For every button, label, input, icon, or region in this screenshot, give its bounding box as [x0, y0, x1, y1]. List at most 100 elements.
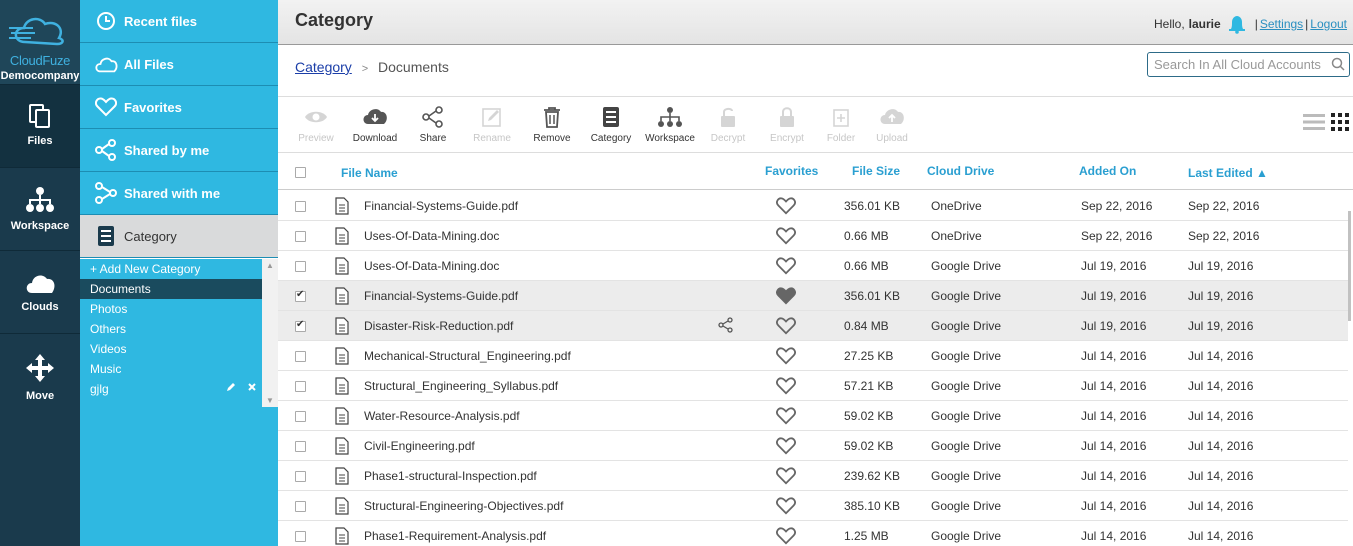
encrypt-button[interactable]: Encrypt [757, 105, 817, 144]
heart-icon[interactable] [776, 227, 796, 245]
nav-recent-files[interactable]: Recent files [80, 0, 278, 43]
file-name[interactable]: Phase1-structural-Inspection.pdf [364, 469, 537, 483]
col-added-on[interactable]: Added On [1079, 164, 1136, 178]
table-row[interactable]: Mechanical-Structural_Engineering.pdf 27.… [278, 341, 1348, 371]
pencil-icon[interactable] [225, 381, 237, 393]
scroll-down-arrow-icon[interactable]: ▼ [266, 396, 274, 405]
share-with-icon [94, 182, 118, 204]
preview-button[interactable]: Preview [286, 105, 346, 144]
file-name[interactable]: Uses-Of-Data-Mining.doc [364, 259, 499, 273]
col-file-size[interactable]: File Size [852, 164, 900, 178]
row-checkbox[interactable] [295, 501, 306, 512]
row-checkbox[interactable] [295, 351, 306, 362]
heart-icon[interactable] [776, 527, 796, 545]
nav-shared-with-me[interactable]: Shared with me [80, 172, 278, 215]
grid-view-icon[interactable] [1331, 113, 1349, 131]
scroll-up-arrow-icon[interactable]: ▲ [266, 261, 274, 270]
logo[interactable]: CloudFuze Democompany [0, 0, 80, 84]
category-scrollbar[interactable]: ▲ ▼ [262, 259, 278, 407]
col-cloud-drive[interactable]: Cloud Drive [927, 164, 994, 178]
rail-clouds[interactable]: Clouds [0, 250, 80, 333]
category-item-others[interactable]: Others [80, 319, 262, 339]
nav-favorites[interactable]: Favorites [80, 86, 278, 129]
file-name[interactable]: Phase1-Requirement-Analysis.pdf [364, 529, 546, 543]
nav-category[interactable]: Category [80, 215, 278, 258]
add-new-category-link[interactable]: + Add New Category [80, 259, 262, 279]
share-icon[interactable] [718, 317, 734, 333]
decrypt-button[interactable]: Decrypt [698, 105, 758, 144]
category-button[interactable]: Category [581, 105, 641, 144]
category-item-documents[interactable]: Documents [80, 279, 262, 299]
heart-icon[interactable] [776, 497, 796, 515]
file-name[interactable]: Water-Resource-Analysis.pdf [364, 409, 520, 423]
rail-move[interactable]: Move [0, 333, 80, 416]
table-scrollbar[interactable] [1348, 191, 1353, 546]
rail-files[interactable]: Files [0, 84, 80, 167]
row-checkbox[interactable] [295, 441, 306, 452]
category-item-gjlg[interactable]: gjlg [80, 379, 262, 399]
table-row[interactable]: Uses-Of-Data-Mining.doc 0.66 MB Google Dri… [278, 251, 1348, 281]
table-row[interactable]: Phase1-structural-Inspection.pdf 239.62 K… [278, 461, 1348, 491]
file-name[interactable]: Mechanical-Structural_Engineering.pdf [364, 349, 571, 363]
col-file-name[interactable]: File Name [341, 166, 398, 180]
heart-icon[interactable] [776, 197, 796, 215]
bell-icon[interactable] [1227, 14, 1247, 34]
row-checkbox[interactable] [295, 319, 306, 332]
search-icon[interactable] [1331, 57, 1345, 71]
remove-button[interactable]: Remove [522, 105, 582, 144]
col-last-edited[interactable]: Last Edited ▲ [1188, 166, 1268, 180]
table-row[interactable]: Structural_Engineering_Syllabus.pdf 57.21… [278, 371, 1348, 401]
table-row[interactable]: Phase1-Requirement-Analysis.pdf 1.25 MB Go… [278, 521, 1348, 546]
category-item-photos[interactable]: Photos [80, 299, 262, 319]
category-item-videos[interactable]: Videos [80, 339, 262, 359]
settings-link[interactable]: Settings [1260, 17, 1303, 31]
breadcrumb-root-link[interactable]: Category [295, 59, 352, 75]
row-checkbox[interactable] [295, 231, 306, 242]
heart-icon[interactable] [776, 467, 796, 485]
rail-workspace[interactable]: Workspace [0, 167, 80, 250]
row-checkbox[interactable] [295, 411, 306, 422]
file-name[interactable]: Structural-Engineering-Objectives.pdf [364, 499, 563, 513]
rename-button[interactable]: Rename [462, 105, 522, 144]
heart-icon[interactable] [776, 407, 796, 425]
nav-all-files[interactable]: All Files [80, 43, 278, 86]
row-checkbox[interactable] [295, 261, 306, 272]
heart-filled-icon[interactable] [776, 287, 796, 305]
file-name[interactable]: Uses-Of-Data-Mining.doc [364, 229, 499, 243]
workspace-button[interactable]: Workspace [640, 105, 700, 144]
table-row[interactable]: Structural-Engineering-Objectives.pdf 385… [278, 491, 1348, 521]
share-button[interactable]: Share [403, 105, 463, 144]
row-checkbox[interactable] [295, 289, 306, 302]
download-button[interactable]: Download [345, 105, 405, 144]
select-all-checkbox[interactable] [295, 167, 306, 178]
upload-button[interactable]: Upload [862, 105, 922, 144]
row-checkbox[interactable] [295, 201, 306, 212]
table-row[interactable]: Disaster-Risk-Reduction.pdf 0.84 MB Google… [278, 311, 1348, 341]
file-name[interactable]: Financial-Systems-Guide.pdf [364, 289, 518, 303]
file-name[interactable]: Civil-Engineering.pdf [364, 439, 475, 453]
table-row[interactable]: Financial-Systems-Guide.pdf 356.01 KB Goog… [278, 281, 1348, 311]
file-name[interactable]: Financial-Systems-Guide.pdf [364, 199, 518, 213]
heart-icon[interactable] [776, 377, 796, 395]
search-input[interactable]: Search In All Cloud Accounts [1147, 52, 1350, 77]
table-row[interactable]: Water-Resource-Analysis.pdf 59.02 KB Googl… [278, 401, 1348, 431]
category-item-music[interactable]: Music [80, 359, 262, 379]
heart-icon[interactable] [776, 317, 796, 335]
heart-icon[interactable] [776, 257, 796, 275]
list-view-icon[interactable] [1303, 113, 1325, 131]
table-scrollbar-thumb[interactable] [1348, 211, 1351, 321]
heart-icon[interactable] [776, 347, 796, 365]
row-checkbox[interactable] [295, 381, 306, 392]
table-row[interactable]: Financial-Systems-Guide.pdf 356.01 KB OneD… [278, 191, 1348, 221]
row-checkbox[interactable] [295, 471, 306, 482]
nav-shared-by-me[interactable]: Shared by me [80, 129, 278, 172]
col-favorites[interactable]: Favorites [765, 164, 818, 178]
file-name[interactable]: Disaster-Risk-Reduction.pdf [364, 319, 513, 333]
file-name[interactable]: Structural_Engineering_Syllabus.pdf [364, 379, 558, 393]
logout-link[interactable]: Logout [1310, 17, 1347, 31]
table-row[interactable]: Uses-Of-Data-Mining.doc 0.66 MB OneDrive Se… [278, 221, 1348, 251]
heart-icon[interactable] [776, 437, 796, 455]
row-checkbox[interactable] [295, 531, 306, 542]
close-icon[interactable] [246, 381, 258, 393]
table-row[interactable]: Civil-Engineering.pdf 59.02 KB Google Driv… [278, 431, 1348, 461]
